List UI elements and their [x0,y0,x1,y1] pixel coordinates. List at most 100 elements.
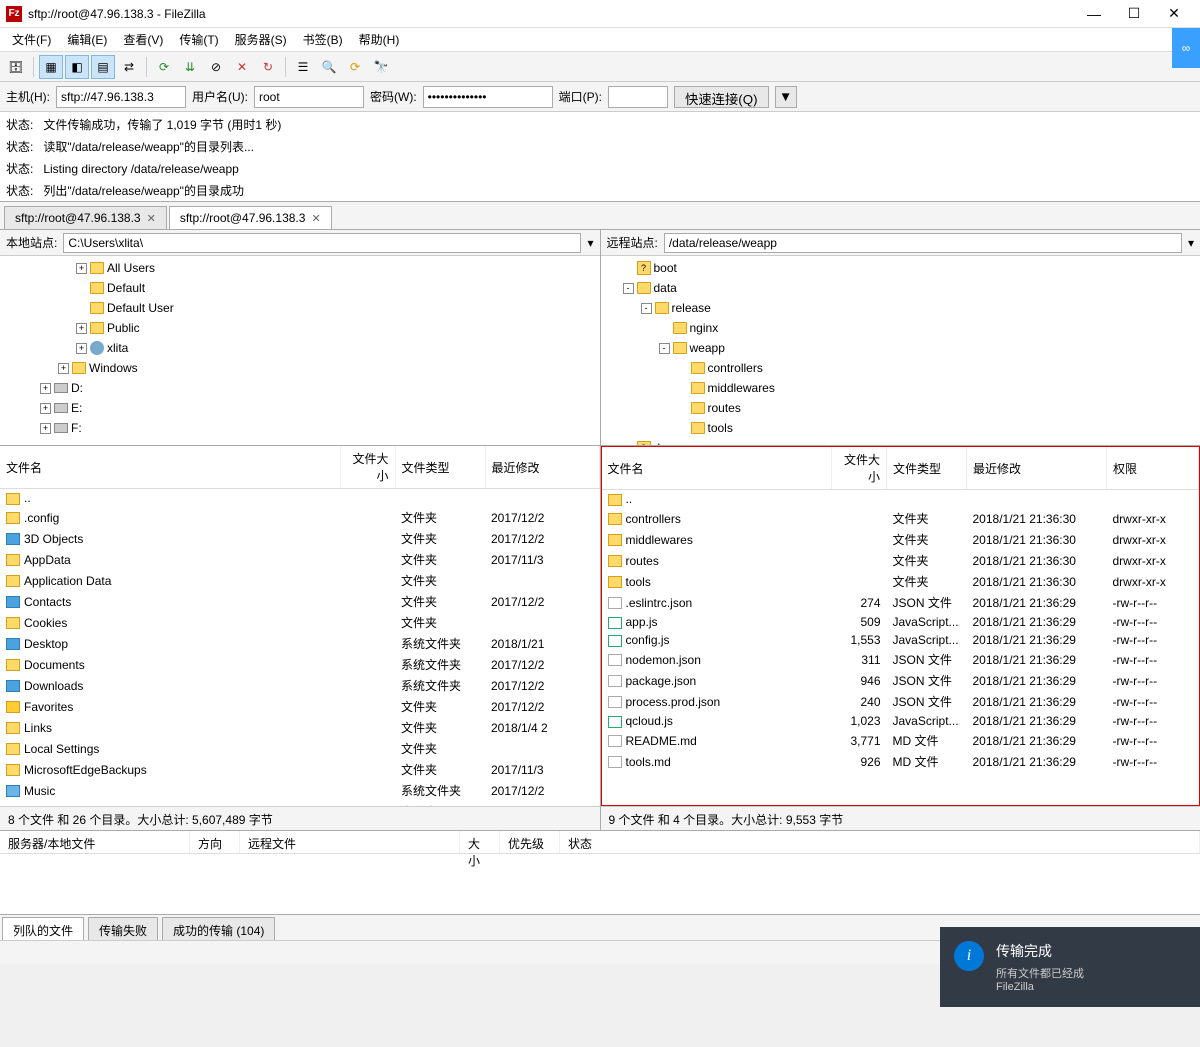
search-icon[interactable]: 🔍 [317,55,341,79]
tab-queued[interactable]: 列队的文件 [2,917,84,940]
port-input[interactable] [608,86,668,108]
col-type[interactable]: 文件类型 [887,447,967,490]
file-row[interactable]: config.js1,553JavaScript...2018/1/21 21:… [602,631,1199,649]
file-row[interactable]: .config文件夹2017/12/2 [0,507,599,528]
file-row[interactable]: My Documents文件夹 [0,801,599,806]
file-row[interactable]: package.json946JSON 文件2018/1/21 21:36:29… [602,670,1199,691]
file-row[interactable]: Cookies文件夹 [0,612,599,633]
cancel-icon[interactable]: ⊘ [204,55,228,79]
quickconnect-dropdown[interactable]: ▼ [775,86,797,108]
qh-prio[interactable]: 优先级 [500,831,560,853]
remote-file-list[interactable]: 文件名 文件大小 文件类型 最近修改 权限 ..controllers文件夹20… [601,446,1200,806]
tree-node[interactable]: controllers [605,358,1197,378]
menu-file[interactable]: 文件(F) [4,28,59,52]
file-row[interactable]: .. [0,489,599,508]
tree-node[interactable]: Default [4,278,596,298]
col-modified[interactable]: 最近修改 [967,447,1107,490]
local-path-input[interactable] [63,233,581,253]
col-name[interactable]: 文件名 [602,447,832,490]
col-size[interactable]: 文件大小 [832,447,887,490]
file-row[interactable]: MicrosoftEdgeBackups文件夹2017/11/3 [0,759,599,780]
tree-node[interactable]: Default User [4,298,596,318]
queue-body[interactable] [0,854,1200,914]
qh-size[interactable]: 大小 [460,831,500,853]
toggle-queue-icon[interactable]: ▤ [91,55,115,79]
user-input[interactable] [254,86,364,108]
remote-tree[interactable]: ?boot-data-releasenginx-weappcontrollers… [601,256,1200,446]
qh-dir[interactable]: 方向 [190,831,240,853]
file-row[interactable]: .eslintrc.json274JSON 文件2018/1/21 21:36:… [602,592,1199,613]
maximize-button[interactable]: ☐ [1114,0,1154,28]
tab-close-icon[interactable]: ✕ [147,212,156,225]
tab-success[interactable]: 成功的传输 (104) [162,917,275,940]
qh-status[interactable]: 状态 [560,831,1200,853]
menu-server[interactable]: 服务器(S) [227,28,295,52]
tree-node[interactable]: ?boot [605,258,1197,278]
side-widget[interactable]: ∞ [1172,28,1200,68]
quickconnect-button[interactable]: 快速连接(Q) [674,86,769,108]
menu-help[interactable]: 帮助(H) [351,28,408,52]
menu-view[interactable]: 查看(V) [115,28,171,52]
col-name[interactable]: 文件名 [0,446,340,489]
file-row[interactable]: tools.md926MD 文件2018/1/21 21:36:29-rw-r-… [602,751,1199,772]
toast-notification[interactable]: i 传输完成 所有文件都已经成 FileZilla [940,927,1200,1007]
qh-server[interactable]: 服务器/本地文件 [0,831,190,853]
disconnect-icon[interactable]: ✕ [230,55,254,79]
tree-node[interactable]: nginx [605,318,1197,338]
file-row[interactable]: Desktop系统文件夹2018/1/21 [0,633,599,654]
file-row[interactable]: Music系统文件夹2017/12/2 [0,780,599,801]
tree-node[interactable]: -weapp [605,338,1197,358]
tree-node[interactable]: +xlita [4,338,596,358]
filter-icon[interactable]: ☰ [291,55,315,79]
file-row[interactable]: Favorites文件夹2017/12/2 [0,696,599,717]
file-row[interactable]: app.js509JavaScript...2018/1/21 21:36:29… [602,613,1199,631]
file-row[interactable]: controllers文件夹2018/1/21 21:36:30drwxr-xr… [602,508,1199,529]
tree-node[interactable]: tools [605,418,1197,438]
tree-node[interactable]: +D: [4,378,596,398]
tree-node[interactable]: ?dev [605,438,1197,446]
file-row[interactable]: middlewares文件夹2018/1/21 21:36:30drwxr-xr… [602,529,1199,550]
tree-node[interactable]: middlewares [605,378,1197,398]
file-row[interactable]: Downloads系统文件夹2017/12/2 [0,675,599,696]
close-button[interactable]: ✕ [1154,0,1194,28]
refresh-icon[interactable]: ⟳ [152,55,176,79]
find-icon[interactable]: 🔭 [369,55,393,79]
connection-tab[interactable]: sftp://root@47.96.138.3✕ [169,206,332,229]
file-row[interactable]: nodemon.json311JSON 文件2018/1/21 21:36:29… [602,649,1199,670]
menu-edit[interactable]: 编辑(E) [59,28,115,52]
file-row[interactable]: .. [602,490,1199,509]
compare-icon[interactable]: ⟳ [343,55,367,79]
tree-node[interactable]: +F: [4,418,596,438]
dropdown-icon[interactable]: ▾ [1188,236,1194,250]
file-row[interactable]: routes文件夹2018/1/21 21:36:30drwxr-xr-x [602,550,1199,571]
toggle-log-icon[interactable]: ▦ [39,55,63,79]
file-row[interactable]: AppData文件夹2017/11/3 [0,549,599,570]
remote-path-input[interactable] [664,233,1182,253]
tab-close-icon[interactable]: ✕ [311,212,320,225]
file-row[interactable]: Links文件夹2018/1/4 2 [0,717,599,738]
col-modified[interactable]: 最近修改 [485,446,599,489]
file-row[interactable]: Contacts文件夹2017/12/2 [0,591,599,612]
menu-bookmarks[interactable]: 书签(B) [295,28,351,52]
log-pane[interactable]: 状态:文件传输成功，传输了 1,019 字节 (用时1 秒)状态:读取"/dat… [0,112,1200,202]
local-tree[interactable]: +All UsersDefaultDefault User+Public+xli… [0,256,600,446]
dropdown-icon[interactable]: ▾ [587,236,593,250]
tab-failed[interactable]: 传输失败 [88,917,158,940]
col-size[interactable]: 文件大小 [340,446,395,489]
file-row[interactable]: process.prod.json240JSON 文件2018/1/21 21:… [602,691,1199,712]
menu-transfer[interactable]: 传输(T) [171,28,226,52]
minimize-button[interactable]: — [1074,0,1114,28]
tree-node[interactable]: -release [605,298,1197,318]
tree-node[interactable]: +All Users [4,258,596,278]
tree-node[interactable]: -data [605,278,1197,298]
qh-remote[interactable]: 远程文件 [240,831,460,853]
file-row[interactable]: qcloud.js1,023JavaScript...2018/1/21 21:… [602,712,1199,730]
tree-node[interactable]: +E: [4,398,596,418]
tree-node[interactable]: +Windows [4,358,596,378]
local-file-list[interactable]: 文件名 文件大小 文件类型 最近修改 ...config文件夹2017/12/2… [0,446,600,806]
tree-node[interactable]: +Public [4,318,596,338]
col-type[interactable]: 文件类型 [395,446,485,489]
tree-node[interactable]: routes [605,398,1197,418]
file-row[interactable]: Application Data文件夹 [0,570,599,591]
connection-tab[interactable]: sftp://root@47.96.138.3✕ [4,206,167,229]
